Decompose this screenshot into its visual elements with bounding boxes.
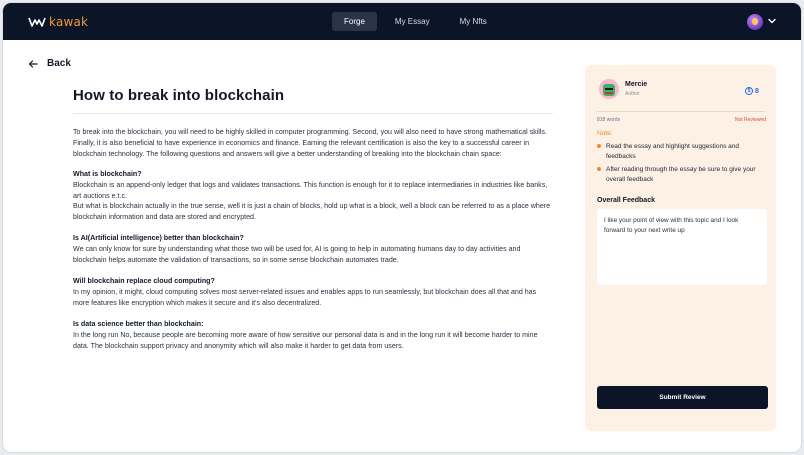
main-nav: Forge My Essay My Nfts xyxy=(332,12,499,31)
section-heading: Is AI(Artificial intelligence) better th… xyxy=(73,234,244,243)
essay-section: Will blockchain replace cloud computing?… xyxy=(73,276,553,309)
user-avatar[interactable] xyxy=(747,14,763,30)
top-navbar: kawak Forge My Essay My Nfts xyxy=(3,3,801,40)
reviewer-role: Author xyxy=(625,91,640,97)
submit-review-button[interactable]: Submit Review xyxy=(597,386,768,409)
app-window: kawak Forge My Essay My Nfts Back How to… xyxy=(3,3,801,452)
note-text: Read the essay and highlight suggestions… xyxy=(606,143,739,160)
reviewer-card: Mercie Author xyxy=(599,79,647,99)
essay-section: Is data science better than blockchain: … xyxy=(73,319,553,352)
logo-text: kawak xyxy=(49,15,89,29)
essay-intro: To break into the blockchain, you will n… xyxy=(73,128,547,158)
section-text: Blockchain is an append-only ledger that… xyxy=(73,180,548,200)
section-text: We can only know for sure by understandi… xyxy=(73,245,521,265)
review-panel: Mercie Author $ 8 818 words Not Reviewed… xyxy=(585,65,776,431)
section-text: But what is blockchain actually in the t… xyxy=(73,202,551,222)
feedback-textarea[interactable]: I like your point of view with this topi… xyxy=(597,209,767,285)
arrow-left-icon xyxy=(28,59,38,68)
section-heading: What is blockchain? xyxy=(73,169,142,178)
section-text: In my opinion, it might, cloud computing… xyxy=(73,287,537,307)
essay-section: What is blockchain? Blockchain is an app… xyxy=(73,169,553,224)
bullet-dot-icon xyxy=(597,144,601,148)
essay-body: To break into the blockchain, you will n… xyxy=(73,127,553,351)
section-heading: Will blockchain replace cloud computing? xyxy=(73,276,215,285)
back-label: Back xyxy=(47,58,71,69)
essay-section: Is AI(Artificial intelligence) better th… xyxy=(73,233,553,266)
kawak-logo-icon xyxy=(28,17,46,27)
section-heading: Is data science better than blockchain: xyxy=(73,319,204,328)
note-label: Note: xyxy=(597,130,613,137)
note-item: After reading through the essay be sure … xyxy=(597,165,767,184)
review-status: Not Reviewed xyxy=(734,117,766,123)
essay-article: How to break into blockchain To break in… xyxy=(73,87,553,361)
logo[interactable]: kawak xyxy=(28,15,88,29)
essay-title: How to break into blockchain xyxy=(73,87,553,114)
tab-forge[interactable]: Forge xyxy=(332,12,377,31)
reviewer-name: Mercie xyxy=(625,81,648,88)
feedback-label: Overall Feedback xyxy=(597,197,655,204)
bullet-dot-icon xyxy=(597,167,601,171)
note-item: Read the essay and highlight suggestions… xyxy=(597,142,767,161)
back-button[interactable]: Back xyxy=(28,58,71,69)
word-count: 818 words xyxy=(597,117,621,123)
token-badge: $ 8 xyxy=(745,87,759,95)
section-text: In the long run No, because people are b… xyxy=(73,330,538,350)
token-icon: $ xyxy=(745,87,753,95)
reviewer-avatar xyxy=(599,79,619,99)
tab-my-nfts[interactable]: My Nfts xyxy=(448,12,499,31)
note-list: Read the essay and highlight suggestions… xyxy=(597,142,767,188)
note-text: After reading through the essay be sure … xyxy=(606,166,756,183)
chevron-down-icon[interactable] xyxy=(767,16,777,26)
token-count: 8 xyxy=(755,87,759,95)
divider xyxy=(597,111,765,112)
tab-my-essay[interactable]: My Essay xyxy=(383,12,442,31)
